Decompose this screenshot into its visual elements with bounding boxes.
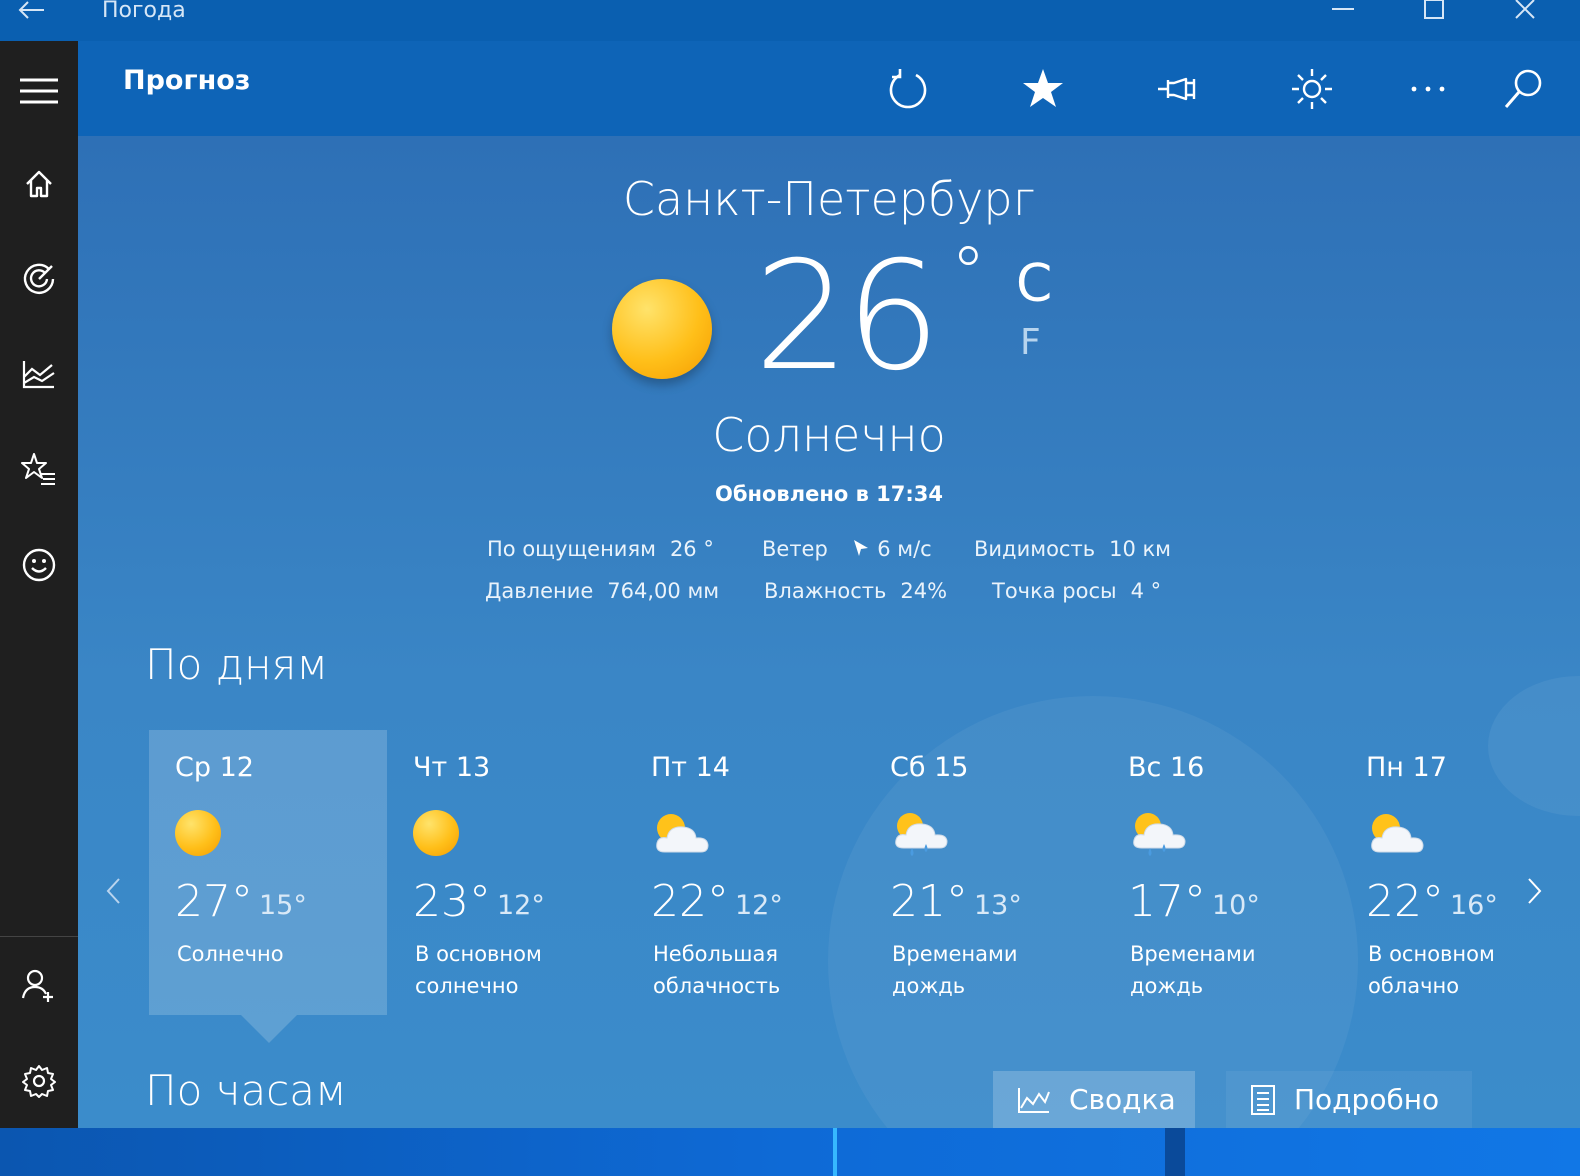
page-title: Прогноз bbox=[123, 65, 251, 96]
radar-icon[interactable] bbox=[0, 249, 78, 309]
forecast-panel: Санкт-Петербург 26 ° C F Солнечно Обновле… bbox=[78, 136, 1580, 1128]
document-list-icon bbox=[1251, 1084, 1275, 1115]
day-card[interactable]: Чт 13 23° 12° В основном солнечно bbox=[387, 730, 625, 1015]
day-high: 23° bbox=[413, 876, 491, 927]
search-icon[interactable] bbox=[1496, 61, 1552, 117]
wind: Ветер 6 м/с bbox=[762, 537, 932, 561]
smiley-icon[interactable] bbox=[0, 535, 78, 595]
partly-cloudy-icon bbox=[651, 810, 709, 858]
day-high: 22° bbox=[1366, 876, 1444, 927]
favorites-list-icon[interactable] bbox=[0, 439, 78, 499]
day-card[interactable]: Вс 16 17° 10° Временами дождь bbox=[1102, 730, 1340, 1015]
current-temperature: 26 ° bbox=[754, 230, 986, 404]
hourly-section-title: По часам bbox=[145, 1066, 347, 1115]
rain-icon bbox=[1128, 810, 1186, 858]
day-low: 10° bbox=[1212, 890, 1260, 921]
updated-time: Обновлено в 17:34 bbox=[714, 482, 944, 506]
day-condition: Временами дождь bbox=[1130, 942, 1256, 998]
humidity: Влажность 24% bbox=[764, 579, 948, 603]
unit-fahrenheit[interactable]: F bbox=[1020, 322, 1041, 363]
daily-section-title: По дням bbox=[145, 640, 329, 689]
day-condition: В основном облачно bbox=[1368, 942, 1495, 998]
unit-celsius[interactable]: C bbox=[1016, 254, 1052, 314]
home-icon[interactable] bbox=[0, 154, 78, 214]
day-name: Ср 12 bbox=[175, 752, 254, 783]
day-name: Сб 15 bbox=[890, 752, 969, 783]
pin-icon[interactable] bbox=[1150, 61, 1206, 117]
add-account-icon[interactable] bbox=[0, 955, 78, 1015]
feels-like: По ощущениям 26 ° bbox=[487, 537, 714, 561]
more-options-icon[interactable] bbox=[1400, 61, 1456, 117]
visibility: Видимость 10 км bbox=[974, 537, 1172, 561]
taskbar-indicator bbox=[833, 1128, 837, 1176]
sun-icon bbox=[413, 810, 471, 858]
hamburger-menu-icon[interactable] bbox=[0, 61, 78, 121]
sun-icon bbox=[612, 279, 712, 379]
favorite-star-icon[interactable] bbox=[1015, 61, 1071, 117]
current-condition: Солнечно bbox=[712, 408, 946, 462]
wind-direction-icon bbox=[853, 540, 868, 556]
nav-divider bbox=[0, 936, 78, 937]
historical-chart-icon[interactable] bbox=[0, 344, 78, 404]
day-name: Чт 13 bbox=[413, 752, 491, 783]
close-icon[interactable] bbox=[1502, 0, 1548, 24]
minimize-icon[interactable] bbox=[1320, 0, 1366, 24]
sun-icon bbox=[175, 810, 233, 858]
day-card[interactable]: Сб 15 21° 13° Временами дождь bbox=[864, 730, 1102, 1015]
brightness-icon[interactable] bbox=[1284, 61, 1340, 117]
maximize-icon[interactable] bbox=[1411, 0, 1457, 24]
taskbar-indicator bbox=[1165, 1128, 1185, 1176]
day-card[interactable]: Ср 12 27° 15° Солнечно bbox=[149, 730, 387, 1043]
back-arrow-icon[interactable] bbox=[14, 0, 50, 24]
day-card[interactable]: Пт 14 22° 12° Небольшая облачность bbox=[625, 730, 863, 1015]
day-condition: Солнечно bbox=[177, 942, 284, 966]
day-high: 27° bbox=[175, 876, 253, 927]
day-name: Пн 17 bbox=[1366, 752, 1447, 783]
day-high: 21° bbox=[890, 876, 968, 927]
day-name: Вс 16 bbox=[1128, 752, 1205, 783]
rain-icon bbox=[890, 810, 948, 858]
dew-point: Точка росы 4 ° bbox=[992, 579, 1162, 603]
day-condition: В основном солнечно bbox=[415, 942, 542, 998]
details-tab[interactable]: Подробно bbox=[1226, 1071, 1472, 1128]
day-low: 12° bbox=[735, 890, 783, 921]
day-low: 13° bbox=[974, 890, 1022, 921]
day-condition: Небольшая облачность bbox=[653, 942, 781, 998]
chevron-left-icon[interactable] bbox=[98, 871, 128, 911]
refresh-icon[interactable] bbox=[880, 61, 936, 117]
day-low: 15° bbox=[259, 890, 307, 921]
details-tab-label: Подробно bbox=[1294, 1083, 1440, 1116]
taskbar bbox=[0, 1128, 1580, 1176]
title-bar: Погода bbox=[0, 0, 1580, 41]
line-chart-icon bbox=[1018, 1087, 1050, 1113]
day-name: Пт 14 bbox=[651, 752, 730, 783]
day-high: 22° bbox=[651, 876, 729, 927]
day-high: 17° bbox=[1128, 876, 1206, 927]
settings-gear-icon[interactable] bbox=[0, 1051, 78, 1111]
side-nav bbox=[0, 41, 78, 1128]
header-bar: Прогноз bbox=[78, 41, 1580, 136]
city-name: Санкт-Петербург bbox=[622, 172, 1036, 226]
app-title: Погода bbox=[102, 0, 186, 23]
partly-cloudy-icon bbox=[1366, 810, 1424, 858]
summary-tab[interactable]: Сводка bbox=[993, 1071, 1195, 1128]
day-condition: Временами дождь bbox=[892, 942, 1018, 998]
day-low: 16° bbox=[1450, 890, 1498, 921]
day-card[interactable]: Пн 17 22° 16° В основном облачно bbox=[1340, 730, 1578, 1015]
pressure: Давление 764,00 мм bbox=[485, 579, 720, 603]
summary-tab-label: Сводка bbox=[1069, 1083, 1176, 1116]
selected-pointer bbox=[241, 1015, 297, 1043]
day-low: 12° bbox=[497, 890, 545, 921]
